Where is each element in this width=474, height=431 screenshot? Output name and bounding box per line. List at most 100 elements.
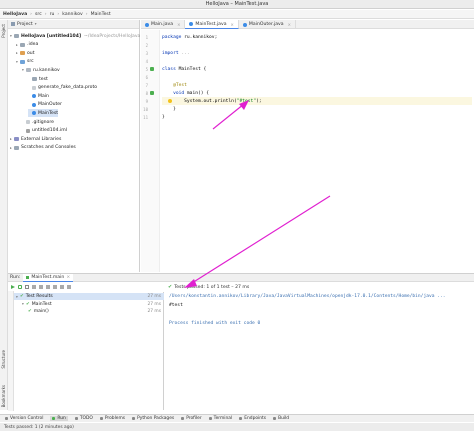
line-number: 9	[145, 99, 148, 104]
window-title: HelloJava – MainTest.java	[205, 1, 269, 7]
code-editor[interactable]: 1 package ru.kannikov; 2 3 import ... 4 5 class…	[141, 30, 474, 272]
code-line[interactable]: }	[162, 105, 472, 113]
project-panel-title[interactable]: Project	[17, 22, 33, 27]
tree-item[interactable]: test	[28, 75, 48, 83]
tree-item[interactable]: ▾ src	[16, 58, 34, 66]
tool-window-button[interactable]: Build	[273, 416, 289, 421]
editor-tab[interactable]: MainTest.java ×	[185, 20, 239, 29]
breadcrumb-item[interactable]: HelloJava	[3, 12, 27, 17]
code-line[interactable]: @Test	[162, 81, 472, 89]
check-icon: ✔	[168, 284, 173, 290]
tree-item-label: External Libraries	[21, 136, 62, 142]
breadcrumb-separator: ›	[30, 11, 33, 17]
close-icon[interactable]: ×	[231, 22, 234, 27]
tree-item-label: src	[27, 59, 34, 65]
sort-icon[interactable]	[32, 285, 36, 289]
tree-item[interactable]: ▾ ru.kannikov	[22, 66, 60, 74]
code-token: }	[162, 114, 165, 120]
gear-icon[interactable]	[67, 285, 71, 289]
tree-item[interactable]: ▸ External Libraries	[10, 135, 61, 143]
tree-item[interactable]: MainTest	[28, 109, 59, 118]
code-token: out	[203, 98, 212, 104]
code-line[interactable]	[162, 41, 472, 49]
run-test-icon[interactable]	[150, 91, 154, 95]
test-result-row[interactable]: ▾ ✔ Test Results 27 ms	[14, 293, 164, 300]
tool-window-button[interactable]: Profiler	[181, 416, 202, 421]
tool-window-icon	[52, 417, 56, 420]
tree-item[interactable]: Main	[28, 92, 49, 100]
test-status-text: Tests passed: 1 of 1 test – 27 ms	[174, 284, 250, 290]
passed-filter-icon[interactable]	[18, 285, 22, 289]
bookmarks-tool-button[interactable]: Bookmarks	[1, 385, 6, 407]
tool-window-button[interactable]: Problems	[99, 416, 126, 421]
code-line[interactable]: import ...	[162, 49, 472, 57]
folder-icon	[20, 42, 25, 47]
tool-window-button[interactable]: TODO	[74, 416, 93, 421]
next-icon[interactable]	[60, 285, 64, 289]
tree-item-label: .idea	[27, 42, 39, 48]
console-line: #test	[169, 303, 183, 308]
tree-item[interactable]: .gitignore	[22, 118, 54, 126]
lightbulb-icon[interactable]	[168, 99, 172, 103]
tool-window-button[interactable]: Endpoints	[239, 416, 266, 421]
java-class-icon	[242, 22, 247, 27]
breadcrumb-item[interactable]: ru	[50, 12, 55, 17]
close-icon[interactable]: ×	[66, 275, 70, 280]
close-icon[interactable]: ×	[177, 22, 180, 27]
folder-out-icon	[20, 51, 25, 56]
chevron-down-icon[interactable]: ▾	[35, 22, 37, 26]
test-result-row[interactable]: ✔ main() 27 ms	[14, 308, 164, 315]
code-line[interactable]: void main() {	[162, 89, 472, 97]
expand-all-icon[interactable]	[39, 285, 43, 289]
code-line[interactable]: }	[162, 113, 472, 121]
editor-tab-bar: Main.java × MainTest.java × MainOuter.java ×	[141, 20, 474, 29]
collapse-all-icon[interactable]	[46, 285, 50, 289]
tool-window-icon	[239, 417, 243, 420]
code-token: package	[162, 34, 185, 40]
tool-window-label: Problems	[104, 416, 126, 421]
ignored-filter-icon[interactable]	[25, 285, 29, 289]
folder-icon	[32, 77, 37, 81]
line-number: 8	[145, 91, 148, 96]
code-line[interactable]: package ru.kannikov;	[162, 33, 472, 41]
test-name: MainTest	[31, 301, 52, 307]
previous-icon[interactable]	[53, 285, 57, 289]
status-bar-text: Tests passed: 1 (2 minutes ago)	[4, 424, 74, 430]
run-class-icon[interactable]	[150, 67, 154, 71]
project-tool-button[interactable]: Project	[1, 24, 6, 38]
breadcrumb-item[interactable]: src	[35, 12, 42, 17]
code-line[interactable]	[162, 73, 472, 81]
tree-item[interactable]: ▸ .idea	[16, 41, 38, 49]
test-result-row[interactable]: ▾ ✔ MainTest 27 ms	[14, 301, 164, 308]
tool-window-button[interactable]: Run	[50, 416, 68, 421]
tree-item[interactable]: ▸ Scratches and Consoles	[10, 144, 76, 152]
cls-icon	[32, 94, 36, 99]
breadcrumb-item[interactable]: kannikov	[62, 12, 83, 17]
code-token: MainTest {	[178, 66, 207, 72]
close-icon[interactable]: ×	[288, 22, 291, 27]
breadcrumb-item[interactable]: MainTest	[91, 12, 111, 17]
structure-tool-button[interactable]: Structure	[1, 350, 6, 369]
code-line[interactable]	[162, 57, 472, 65]
code-token: }	[162, 106, 176, 112]
status-bar: Tests passed: 1 (2 minutes ago)	[0, 423, 474, 431]
code-line[interactable]: class MainTest {	[162, 65, 472, 73]
tree-item[interactable]: untitled104.iml	[22, 127, 67, 135]
editor-tab[interactable]: Main.java ×	[141, 20, 186, 29]
code-token: @Test	[162, 82, 187, 88]
tool-window-label: TODO	[79, 416, 93, 421]
line-number: 11	[143, 115, 148, 120]
tool-window-button[interactable]: Terminal	[208, 416, 232, 421]
code-line[interactable]: System. out .println("#test");	[162, 97, 472, 105]
editor-tab[interactable]: MainOuter.java ×	[239, 20, 296, 29]
tree-item[interactable]: MainOuter	[28, 101, 62, 109]
tree-item[interactable]: ▸ out	[16, 49, 35, 57]
run-config-tab[interactable]: MainTest.main ×	[23, 273, 74, 282]
tree-item[interactable]: ▾ HelloJava [untitled104] ~/IdeaProjects/H…	[10, 32, 140, 40]
tool-window-button[interactable]: Python Packages	[132, 416, 174, 421]
code-token: );	[256, 98, 262, 104]
tree-item[interactable]: generate_fake_data.proto	[28, 84, 97, 92]
tool-window-button[interactable]: Version Control	[5, 416, 43, 421]
rerun-icon[interactable]	[11, 285, 15, 289]
run-console[interactable]: /Users/konstantin.annikov/Library/Java/J…	[165, 292, 474, 410]
